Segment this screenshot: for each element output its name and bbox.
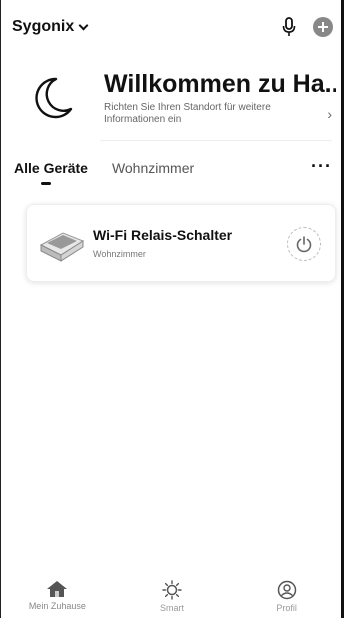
active-tab-indicator: [40, 182, 51, 185]
bottom-navigation: Mein Zuhause Smart Profil: [0, 578, 344, 618]
nav-label: Profil: [276, 603, 297, 613]
relay-device-icon: [37, 223, 87, 268]
home-selector[interactable]: Sygonix: [12, 18, 89, 36]
nav-label: Mein Zuhause: [28, 601, 86, 611]
microphone-icon[interactable]: [282, 17, 296, 37]
device-name: Wi-Fi Relais-Schalter: [93, 227, 233, 243]
nav-home[interactable]: Mein Zuhause: [0, 578, 115, 618]
add-icon[interactable]: [312, 16, 334, 38]
room-tabs: Alle Geräte Wohnzimmer ···: [14, 157, 332, 190]
nav-label: Smart: [160, 603, 185, 613]
tab-label: Wohnzimmer: [111, 160, 195, 176]
device-card[interactable]: Wi-Fi Relais-Schalter Wohnzimmer: [26, 204, 336, 282]
nav-profile[interactable]: Profil: [229, 578, 344, 618]
power-button[interactable]: [287, 227, 321, 261]
power-icon: [296, 236, 312, 253]
home-icon: [47, 581, 68, 597]
chevron-right-icon[interactable]: ›: [327, 106, 332, 122]
home-name-label: Sygonix: [12, 18, 75, 35]
moon-icon: [34, 76, 74, 125]
smart-sun-icon: [162, 580, 182, 600]
profile-icon: [277, 580, 296, 600]
more-options-icon[interactable]: ···: [311, 157, 332, 175]
top-actions: [282, 16, 334, 38]
tab-label: Alle Geräte: [14, 160, 88, 176]
chevron-down-icon: [78, 20, 89, 30]
device-room: Wohnzimmer: [93, 249, 146, 259]
welcome-title: Willkommen zu Ha...: [104, 70, 336, 98]
welcome-banner[interactable]: Willkommen zu Ha... Richten Sie Ihren St…: [0, 66, 344, 136]
tab-living-room[interactable]: Wohnzimmer: [112, 160, 194, 176]
top-bar: Sygonix: [12, 14, 334, 40]
nav-smart[interactable]: Smart: [115, 578, 230, 618]
tab-all-devices[interactable]: Alle Geräte: [14, 160, 88, 185]
welcome-subtitle: Richten Sie Ihren Standort für weitere I…: [104, 102, 271, 125]
divider: [100, 140, 332, 141]
